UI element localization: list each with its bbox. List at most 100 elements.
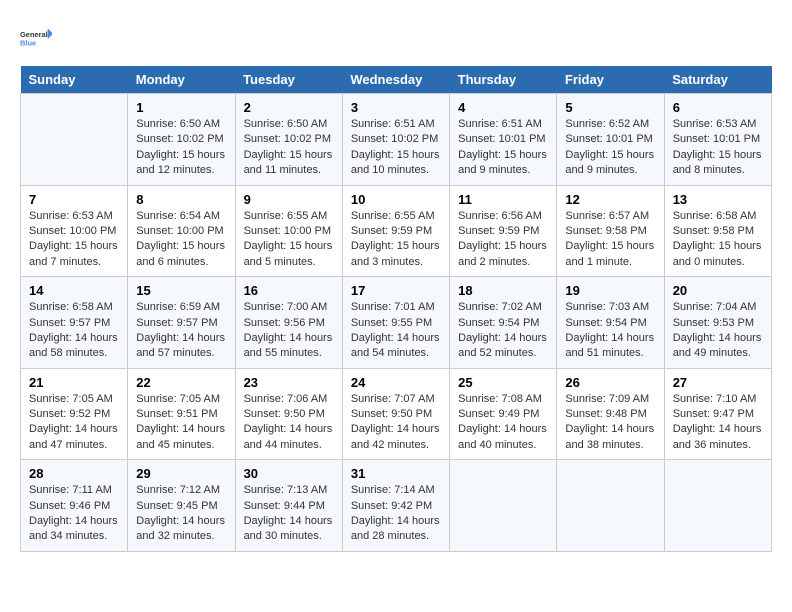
day-number: 8 [136,192,226,207]
calendar-cell: 12 Sunrise: 6:57 AM Sunset: 9:58 PM Dayli… [557,185,664,277]
calendar-cell: 5 Sunrise: 6:52 AM Sunset: 10:01 PM Dayli… [557,94,664,186]
day-number: 6 [673,100,763,115]
day-info: Sunrise: 6:55 AM Sunset: 10:00 PM Daylig… [244,209,334,271]
calendar-cell: 3Sunrise: 6:51 AM Sunset: 10:02 PM Dayli… [342,94,449,186]
calendar-cell [450,460,557,552]
calendar-cell: 20 Sunrise: 7:04 AM Sunset: 9:53 PM Dayli… [664,277,771,369]
day-info: Sunrise: 7:14 AM Sunset: 9:42 PM Dayligh… [351,483,441,545]
day-info: Sunrise: 6:53 AM Sunset: 10:01 PM Daylig… [673,117,763,179]
day-info: Sunrise: 6:50 AM Sunset: 10:02 PM Daylig… [244,117,334,179]
day-number: 24 [351,375,441,390]
calendar-cell: 26 Sunrise: 7:09 AM Sunset: 9:48 PM Dayli… [557,368,664,460]
day-info: Sunrise: 6:51 AM Sunset: 10:01 PM Daylig… [458,117,548,179]
logo: General Blue [20,20,52,56]
calendar-cell: 19Sunrise: 7:03 AM Sunset: 9:54 PM Dayli… [557,277,664,369]
calendar-table: SundayMondayTuesdayWednesdayThursdayFrid… [20,66,772,552]
weekday-header-wednesday: Wednesday [342,66,449,94]
svg-text:General: General [20,30,48,39]
day-info: Sunrise: 7:11 AM Sunset: 9:46 PM Dayligh… [29,483,119,545]
day-info: Sunrise: 7:02 AM Sunset: 9:54 PM Dayligh… [458,300,548,362]
calendar-cell: 14 Sunrise: 6:58 AM Sunset: 9:57 PM Dayli… [21,277,128,369]
weekday-header-row: SundayMondayTuesdayWednesdayThursdayFrid… [21,66,772,94]
day-number: 2 [244,100,334,115]
day-info: Sunrise: 7:09 AM Sunset: 9:48 PM Dayligh… [565,392,655,454]
calendar-cell: 1 Sunrise: 6:50 AM Sunset: 10:02 PM Dayli… [128,94,235,186]
day-info: Sunrise: 7:07 AM Sunset: 9:50 PM Dayligh… [351,392,441,454]
day-number: 21 [29,375,119,390]
calendar-cell: 31 Sunrise: 7:14 AM Sunset: 9:42 PM Dayli… [342,460,449,552]
weekday-header-tuesday: Tuesday [235,66,342,94]
day-info: Sunrise: 7:05 AM Sunset: 9:51 PM Dayligh… [136,392,226,454]
day-info: Sunrise: 7:00 AM Sunset: 9:56 PM Dayligh… [244,300,334,362]
day-info: Sunrise: 6:58 AM Sunset: 9:58 PM Dayligh… [673,209,763,271]
day-info: Sunrise: 6:57 AM Sunset: 9:58 PM Dayligh… [565,209,655,271]
day-number: 31 [351,466,441,481]
day-info: Sunrise: 7:12 AM Sunset: 9:45 PM Dayligh… [136,483,226,545]
calendar-cell: 28 Sunrise: 7:11 AM Sunset: 9:46 PM Dayli… [21,460,128,552]
day-number: 5 [565,100,655,115]
calendar-week-row: 28 Sunrise: 7:11 AM Sunset: 9:46 PM Dayli… [21,460,772,552]
calendar-cell: 13 Sunrise: 6:58 AM Sunset: 9:58 PM Dayli… [664,185,771,277]
day-info: Sunrise: 6:54 AM Sunset: 10:00 PM Daylig… [136,209,226,271]
weekday-header-sunday: Sunday [21,66,128,94]
day-number: 22 [136,375,226,390]
day-number: 23 [244,375,334,390]
day-info: Sunrise: 7:08 AM Sunset: 9:49 PM Dayligh… [458,392,548,454]
calendar-week-row: 21 Sunrise: 7:05 AM Sunset: 9:52 PM Dayli… [21,368,772,460]
calendar-cell: 21 Sunrise: 7:05 AM Sunset: 9:52 PM Dayli… [21,368,128,460]
day-number: 16 [244,283,334,298]
calendar-cell [664,460,771,552]
day-number: 15 [136,283,226,298]
day-number: 17 [351,283,441,298]
day-info: Sunrise: 7:03 AM Sunset: 9:54 PM Dayligh… [565,300,655,362]
weekday-header-monday: Monday [128,66,235,94]
day-info: Sunrise: 7:04 AM Sunset: 9:53 PM Dayligh… [673,300,763,362]
day-number: 10 [351,192,441,207]
day-info: Sunrise: 7:01 AM Sunset: 9:55 PM Dayligh… [351,300,441,362]
day-info: Sunrise: 6:59 AM Sunset: 9:57 PM Dayligh… [136,300,226,362]
calendar-cell: 15 Sunrise: 6:59 AM Sunset: 9:57 PM Dayli… [128,277,235,369]
day-info: Sunrise: 7:13 AM Sunset: 9:44 PM Dayligh… [244,483,334,545]
calendar-cell: 18 Sunrise: 7:02 AM Sunset: 9:54 PM Dayli… [450,277,557,369]
calendar-cell: 6 Sunrise: 6:53 AM Sunset: 10:01 PM Dayli… [664,94,771,186]
calendar-cell: 24 Sunrise: 7:07 AM Sunset: 9:50 PM Dayli… [342,368,449,460]
day-number: 11 [458,192,548,207]
day-info: Sunrise: 7:05 AM Sunset: 9:52 PM Dayligh… [29,392,119,454]
day-number: 18 [458,283,548,298]
calendar-cell: 11 Sunrise: 6:56 AM Sunset: 9:59 PM Dayli… [450,185,557,277]
calendar-cell: 25Sunrise: 7:08 AM Sunset: 9:49 PM Dayli… [450,368,557,460]
calendar-week-row: 14 Sunrise: 6:58 AM Sunset: 9:57 PM Dayli… [21,277,772,369]
calendar-cell: 7 Sunrise: 6:53 AM Sunset: 10:00 PM Dayli… [21,185,128,277]
day-number: 13 [673,192,763,207]
calendar-cell: 30Sunrise: 7:13 AM Sunset: 9:44 PM Dayli… [235,460,342,552]
calendar-cell: 2 Sunrise: 6:50 AM Sunset: 10:02 PM Dayli… [235,94,342,186]
day-info: Sunrise: 6:52 AM Sunset: 10:01 PM Daylig… [565,117,655,179]
calendar-week-row: 1 Sunrise: 6:50 AM Sunset: 10:02 PM Dayli… [21,94,772,186]
weekday-header-thursday: Thursday [450,66,557,94]
day-info: Sunrise: 6:50 AM Sunset: 10:02 PM Daylig… [136,117,226,179]
calendar-cell: 29 Sunrise: 7:12 AM Sunset: 9:45 PM Dayli… [128,460,235,552]
day-number: 27 [673,375,763,390]
day-number: 28 [29,466,119,481]
calendar-cell: 27 Sunrise: 7:10 AM Sunset: 9:47 PM Dayli… [664,368,771,460]
day-info: Sunrise: 6:56 AM Sunset: 9:59 PM Dayligh… [458,209,548,271]
calendar-cell: 10Sunrise: 6:55 AM Sunset: 9:59 PM Dayli… [342,185,449,277]
day-number: 12 [565,192,655,207]
day-info: Sunrise: 7:10 AM Sunset: 9:47 PM Dayligh… [673,392,763,454]
day-number: 26 [565,375,655,390]
day-number: 1 [136,100,226,115]
calendar-cell [557,460,664,552]
day-number: 14 [29,283,119,298]
day-number: 29 [136,466,226,481]
day-number: 7 [29,192,119,207]
calendar-cell [21,94,128,186]
weekday-header-friday: Friday [557,66,664,94]
day-number: 4 [458,100,548,115]
day-info: Sunrise: 6:53 AM Sunset: 10:00 PM Daylig… [29,209,119,271]
day-info: Sunrise: 6:58 AM Sunset: 9:57 PM Dayligh… [29,300,119,362]
day-number: 20 [673,283,763,298]
calendar-cell: 4 Sunrise: 6:51 AM Sunset: 10:01 PM Dayli… [450,94,557,186]
day-number: 9 [244,192,334,207]
day-info: Sunrise: 6:51 AM Sunset: 10:02 PM Daylig… [351,117,441,179]
weekday-header-saturday: Saturday [664,66,771,94]
